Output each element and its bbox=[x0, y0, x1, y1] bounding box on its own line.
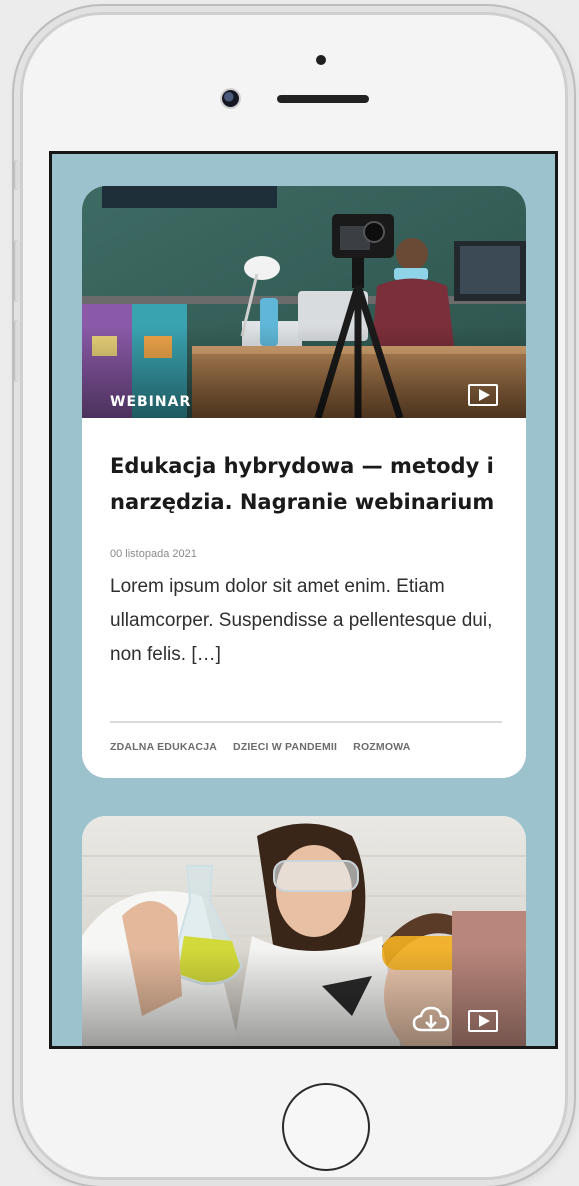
article-excerpt: Lorem ipsum dolor sit amet enim. Etiam u… bbox=[110, 576, 493, 665]
article-card[interactable] bbox=[82, 816, 526, 1046]
play-icon[interactable] bbox=[468, 1010, 498, 1032]
article-title[interactable]: Edukacja hybrydowa — metody i narzędzia.… bbox=[110, 448, 498, 520]
play-icon[interactable] bbox=[468, 384, 498, 406]
card-divider bbox=[110, 721, 502, 723]
volume-up-button[interactable] bbox=[14, 240, 20, 302]
front-camera bbox=[222, 90, 239, 107]
article-thumbnail[interactable]: WEBINAR bbox=[82, 186, 526, 418]
cloud-download-icon[interactable] bbox=[412, 1006, 450, 1034]
tag-list: ZDALNA EDUKACJA DZIECI W PANDEMII ROZMOW… bbox=[110, 741, 411, 753]
home-button[interactable] bbox=[282, 1083, 370, 1171]
article-card[interactable]: WEBINAR Edukacja hybrydowa — metody i na… bbox=[82, 186, 526, 778]
volume-down-button[interactable] bbox=[14, 320, 20, 382]
article-date: 00 listopada 2021 bbox=[110, 548, 197, 560]
article-thumbnail[interactable] bbox=[82, 816, 526, 1046]
mute-switch[interactable] bbox=[14, 160, 20, 190]
tag-link[interactable]: DZIECI W PANDEMII bbox=[233, 741, 337, 753]
proximity-sensor bbox=[316, 55, 326, 65]
tag-link[interactable]: ROZMOWA bbox=[353, 741, 410, 753]
app-screen: WEBINAR Edukacja hybrydowa — metody i na… bbox=[49, 151, 558, 1049]
category-badge: WEBINAR bbox=[110, 394, 192, 410]
tag-link[interactable]: ZDALNA EDUKACJA bbox=[110, 741, 217, 753]
earpiece-speaker bbox=[277, 95, 369, 103]
classroom-photo bbox=[82, 186, 526, 418]
science-lab-photo bbox=[82, 816, 526, 1046]
